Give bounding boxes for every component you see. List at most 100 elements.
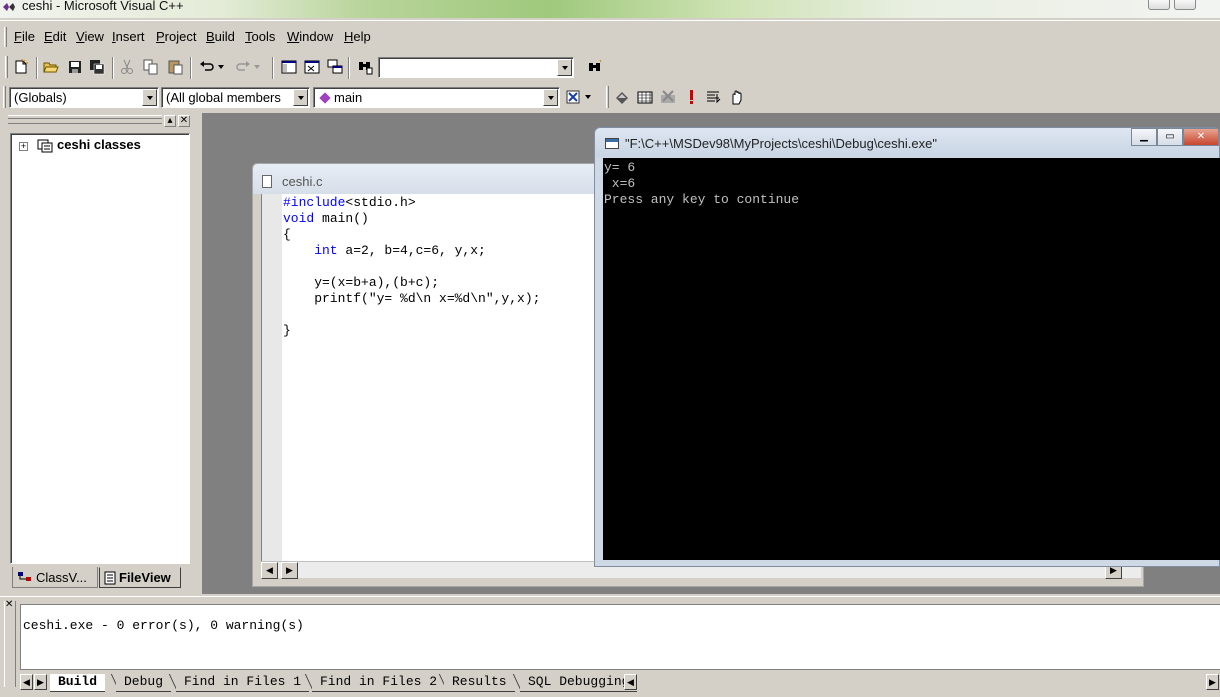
wizard-action-dropdown-icon[interactable] xyxy=(582,86,594,108)
output-text-area[interactable]: ceshi.exe - 0 error(s), 0 warning(s) xyxy=(20,604,1220,670)
find-combo-dropdown-button[interactable] xyxy=(557,59,572,76)
code-line[interactable]: { xyxy=(283,227,540,243)
wizard-member-dropdown-button[interactable] xyxy=(543,89,558,106)
output-hscroll-left-button[interactable]: ◀ xyxy=(624,674,637,690)
visual-cpp-app-icon[interactable] xyxy=(2,1,16,13)
console-title-bar[interactable]: "F:\C++\MSDev98\MyProjects\ceshi\Debug\c… xyxy=(595,128,1219,157)
code-line[interactable]: #include<stdio.h> xyxy=(283,195,540,211)
window-title: ceshi - Microsoft Visual C++ xyxy=(22,0,184,13)
code-line[interactable] xyxy=(283,259,540,275)
scroll-right-button[interactable]: ▶ xyxy=(281,562,298,579)
workspace-gripper[interactable] xyxy=(8,115,162,124)
wizard-filter-dropdown-button[interactable] xyxy=(293,89,308,106)
console-minimize-button[interactable]: ▁ xyxy=(1131,128,1157,146)
code-line[interactable]: y=(x=b+a),(b+c); xyxy=(283,275,540,291)
maximize-button[interactable] xyxy=(1174,0,1196,10)
code-text: printf("y= %d\n x=%d\n",y,x); xyxy=(283,291,541,306)
code-line[interactable]: printf("y= %d\n x=%d\n",y,x); xyxy=(283,291,540,307)
code-line[interactable]: } xyxy=(283,323,540,339)
output-gripper[interactable] xyxy=(4,601,16,687)
output-tab-sql-debugging[interactable]: SQL Debugging xyxy=(520,674,638,692)
find-combo[interactable] xyxy=(378,57,574,78)
classview-icon xyxy=(18,572,31,581)
output-tab-find-in-files-2[interactable]: Find in Files 2 xyxy=(312,674,446,692)
code-text: main() xyxy=(314,211,369,226)
tree-expand-icon[interactable]: + xyxy=(19,142,28,151)
console-output: y= 6 x=6 Press any key to continue xyxy=(604,160,800,207)
editor-selection-margin[interactable] xyxy=(262,194,282,561)
workspace-pane: ▴ ✕ + ceshi classes ClassV... FileView xyxy=(4,113,200,591)
tabs-scroll-left-button[interactable]: ◀ xyxy=(20,674,33,690)
build-minibar-grip[interactable] xyxy=(606,86,609,108)
workspace-close-button[interactable]: ✕ xyxy=(178,115,190,127)
scroll-left-button[interactable]: ◀ xyxy=(261,562,278,579)
code-line[interactable]: void main() xyxy=(283,211,540,227)
go-icon[interactable] xyxy=(725,86,747,108)
workspace-icon[interactable] xyxy=(278,56,300,78)
menu-view[interactable]: View xyxy=(76,29,104,44)
fileview-icon xyxy=(104,571,116,584)
wizard-scope-combo[interactable]: (Globals) xyxy=(9,87,159,108)
compile-icon[interactable] xyxy=(611,86,633,108)
output-tab-results[interactable]: Results xyxy=(444,674,515,692)
output-tab-build[interactable]: Build xyxy=(50,674,106,692)
copy-icon[interactable] xyxy=(140,56,162,78)
console-window: "F:\C++\MSDev98\MyProjects\ceshi\Debug\c… xyxy=(594,127,1220,567)
menu-tools[interactable]: Tools xyxy=(245,29,275,44)
tab-classview[interactable]: ClassV... xyxy=(12,567,98,588)
window-list-icon[interactable] xyxy=(324,56,346,78)
stop-build-icon[interactable] xyxy=(657,86,679,108)
wizard-member-combo[interactable]: main xyxy=(313,87,560,108)
output-close-icon[interactable]: ✕ xyxy=(5,599,13,610)
menu-build[interactable]: Build xyxy=(206,29,235,44)
wizard-bar-grip[interactable] xyxy=(3,86,6,108)
menu-edit[interactable]: Edit xyxy=(44,29,66,44)
code-line[interactable]: int a=2, b=4,c=6, y,x; xyxy=(283,243,540,259)
wizard-filter-combo[interactable]: (All global members xyxy=(161,87,310,108)
find-in-files-icon[interactable] xyxy=(354,56,376,78)
function-icon xyxy=(319,92,331,104)
workspace-restore-button[interactable]: ▴ xyxy=(164,115,176,127)
output-tab-find-in-files-1[interactable]: Find in Files 1 xyxy=(176,674,310,692)
tree-root-label[interactable]: ceshi classes xyxy=(57,137,141,152)
toolbar-grip[interactable] xyxy=(5,56,8,78)
console-title: "F:\C++\MSDev98\MyProjects\ceshi\Debug\c… xyxy=(625,136,937,151)
tabs-scroll-right-button[interactable]: ▶ xyxy=(34,674,47,690)
menu-bar-grip[interactable] xyxy=(4,27,7,47)
minimize-button[interactable] xyxy=(1148,0,1170,10)
source-code[interactable]: #include<stdio.h> void main(){ int a=2, b… xyxy=(283,195,540,339)
output-tabs: ◀ ▶ Build Debug Find in Files 1 Find in … xyxy=(20,674,1220,694)
open-icon[interactable] xyxy=(40,56,62,78)
tab-fileview[interactable]: FileView xyxy=(99,567,181,588)
new-file-icon[interactable] xyxy=(10,56,32,78)
output-icon[interactable] xyxy=(301,56,323,78)
code-line[interactable] xyxy=(283,307,540,323)
menu-project[interactable]: Project xyxy=(156,29,196,44)
build-result-text: ceshi.exe - 0 error(s), 0 warning(s) xyxy=(23,618,304,633)
menu-insert[interactable]: Insert xyxy=(112,29,145,44)
console-screen[interactable]: y= 6 x=6 Press any key to continue xyxy=(603,158,1220,560)
insert-remove-breakpoint-icon[interactable] xyxy=(702,86,724,108)
console-maximize-button[interactable]: ▭ xyxy=(1157,128,1183,146)
save-all-icon[interactable] xyxy=(86,56,108,78)
execute-icon[interactable] xyxy=(680,86,702,108)
build-icon[interactable] xyxy=(634,86,656,108)
redo-icon[interactable] xyxy=(232,56,254,78)
menu-file[interactable]: File xyxy=(14,29,35,44)
wizard-bar: (Globals) (All global members main xyxy=(0,84,1220,112)
menu-help[interactable]: Help xyxy=(344,29,371,44)
redo-dropdown-icon[interactable] xyxy=(252,56,262,78)
undo-dropdown-icon[interactable] xyxy=(216,56,226,78)
menu-window[interactable]: Window xyxy=(287,29,333,44)
class-tree[interactable]: + ceshi classes xyxy=(10,133,190,564)
cut-icon[interactable] xyxy=(116,56,138,78)
console-close-button[interactable]: ✕ xyxy=(1183,128,1219,146)
undo-icon[interactable] xyxy=(196,56,218,78)
wizard-scope-dropdown-button[interactable] xyxy=(142,89,157,106)
output-hscroll-right-button[interactable]: ▶ xyxy=(1206,674,1219,690)
console-app-icon[interactable] xyxy=(605,138,619,149)
wizard-action-icon[interactable] xyxy=(562,86,584,108)
find-icon[interactable] xyxy=(584,56,606,78)
save-icon[interactable] xyxy=(64,56,86,78)
paste-icon[interactable] xyxy=(164,56,186,78)
